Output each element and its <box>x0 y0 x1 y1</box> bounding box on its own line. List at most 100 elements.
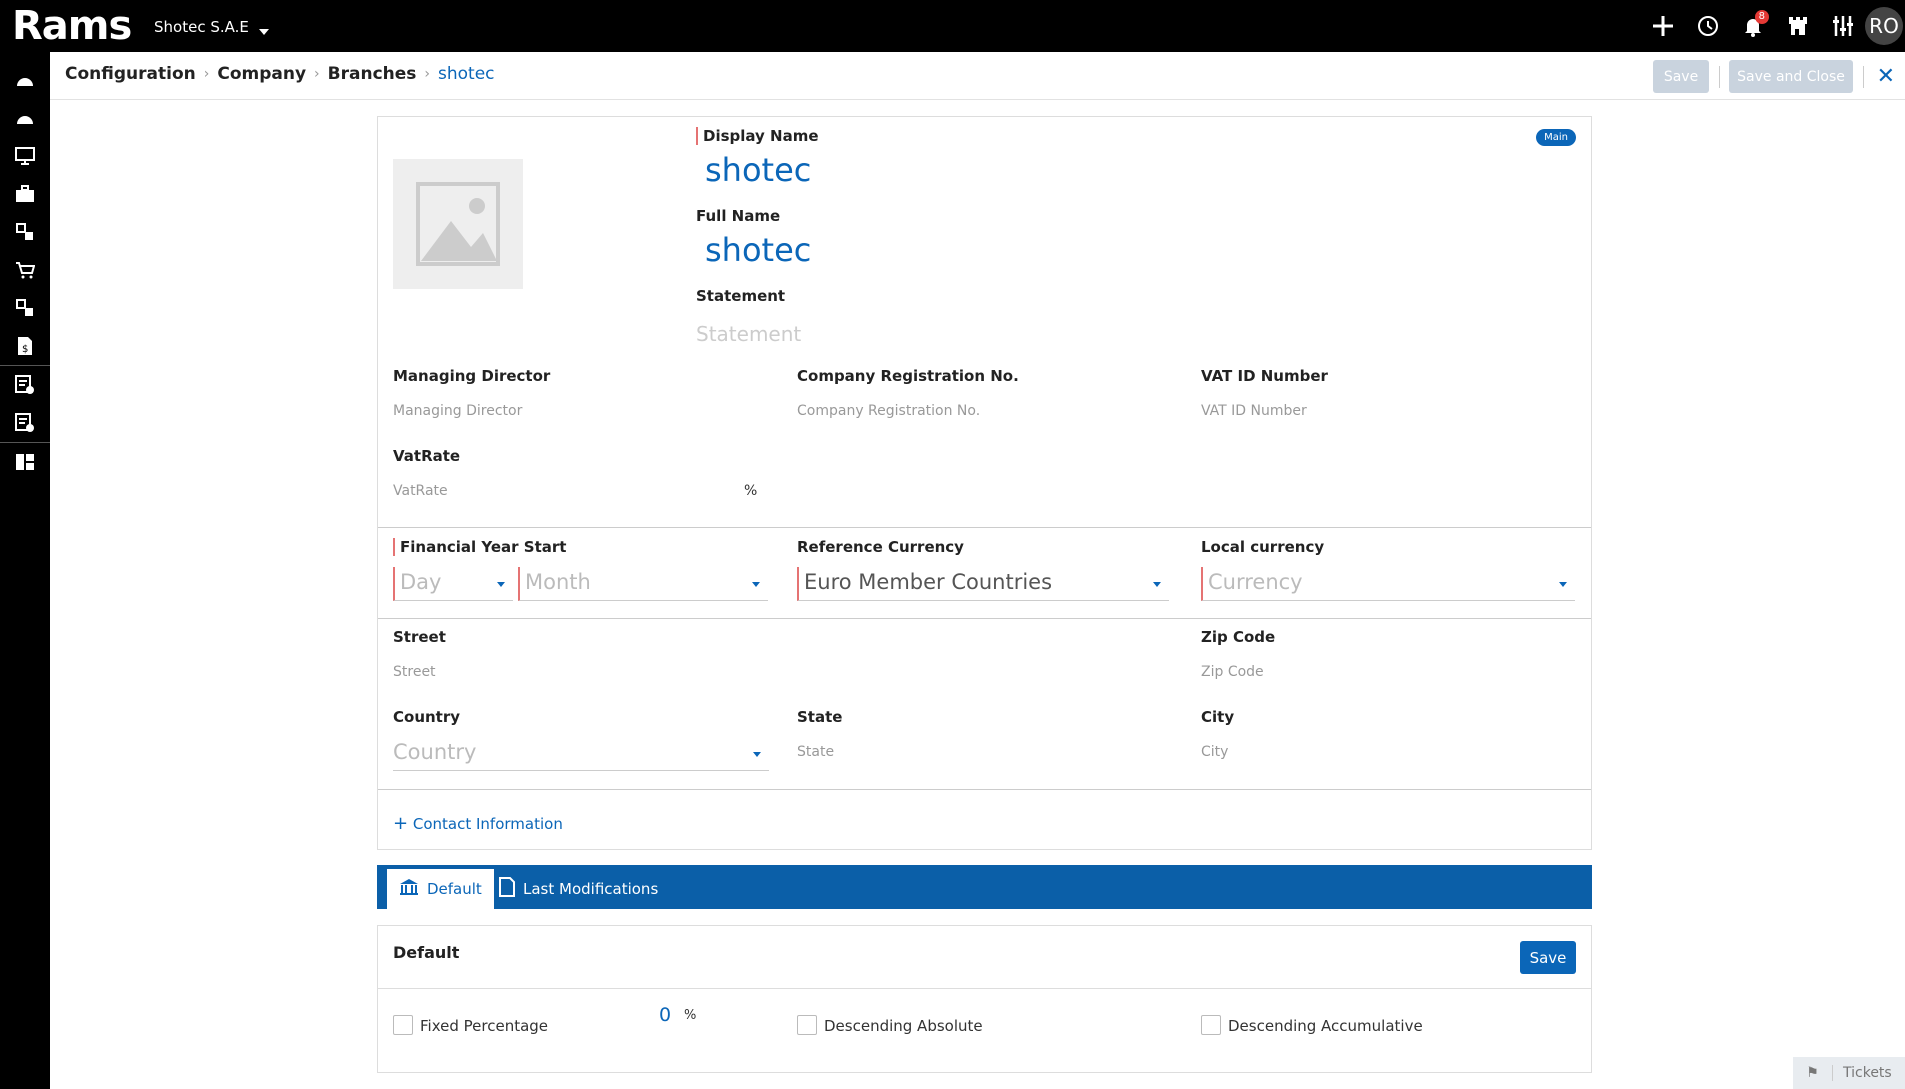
cart-icon[interactable] <box>0 251 50 289</box>
bank-icon <box>399 878 419 900</box>
chevron-down-icon <box>753 752 761 757</box>
zip-code-field[interactable]: Zip Code <box>1201 664 1264 680</box>
vatrate-unit: % <box>744 483 758 499</box>
panel-save-button[interactable]: Save <box>1520 941 1576 974</box>
bell-icon[interactable]: 8 <box>1730 0 1775 52</box>
tickets-button[interactable]: ⚑ Tickets <box>1793 1057 1905 1089</box>
fixed-percentage-checkbox[interactable] <box>393 1015 413 1035</box>
company-name: Shotec S.A.E <box>154 18 249 36</box>
state-field[interactable]: State <box>797 744 834 760</box>
statement-label: Statement <box>696 287 786 305</box>
app-logo[interactable]: Rams <box>12 6 132 46</box>
state-label: State <box>797 708 843 726</box>
local-currency-label: Local currency <box>1201 538 1325 556</box>
chevron-down-icon <box>497 582 505 587</box>
local-currency-placeholder: Currency <box>1208 570 1303 594</box>
reference-currency-value: Euro Member Countries <box>804 570 1053 594</box>
managing-director-field[interactable]: Managing Director <box>393 403 522 419</box>
vat-id-field[interactable]: VAT ID Number <box>1201 403 1307 419</box>
flag-icon: ⚑ <box>1793 1065 1833 1081</box>
breadcrumb-bar: Configuration › Company › Branches › sho… <box>50 52 1905 100</box>
street-field[interactable]: Street <box>393 664 436 680</box>
fixed-percentage-label: Fixed Percentage <box>420 1017 549 1035</box>
city-label: City <box>1201 708 1235 726</box>
chevron-right-icon: › <box>203 66 210 82</box>
report-check-icon[interactable] <box>0 366 50 404</box>
document-icon <box>499 877 515 901</box>
breadcrumb: Configuration › Company › Branches › sho… <box>65 64 495 84</box>
grid-settings-icon[interactable] <box>0 443 50 481</box>
default-panel: Default Save Fixed Percentage 0 % Descen… <box>377 925 1592 1073</box>
breadcrumb-branches[interactable]: Branches <box>328 64 417 84</box>
chevron-right-icon: › <box>314 66 320 82</box>
plus-icon: + <box>393 813 409 834</box>
chevron-down-icon <box>752 582 760 587</box>
close-icon[interactable]: ✕ <box>1877 64 1895 89</box>
statement-field[interactable]: Statement <box>696 322 801 346</box>
breadcrumb-current: shotec <box>438 64 495 84</box>
save-button[interactable]: Save <box>1653 60 1709 93</box>
vatrate-field[interactable]: VatRate <box>393 483 448 499</box>
city-field[interactable]: City <box>1201 744 1228 760</box>
descending-absolute-label: Descending Absolute <box>824 1017 983 1035</box>
fixed-percentage-unit: % <box>684 1008 697 1023</box>
managing-director-label: Managing Director <box>393 367 551 385</box>
history-icon[interactable] <box>1685 0 1730 52</box>
country-label: Country <box>393 708 461 726</box>
tab-last-modifications[interactable]: Last Modifications <box>487 869 670 909</box>
fixed-percentage-input[interactable]: 0 <box>659 1004 671 1026</box>
avatar[interactable]: RO <box>1865 7 1903 45</box>
briefcase-icon[interactable] <box>0 175 50 213</box>
plus-icon[interactable] <box>1640 0 1685 52</box>
sidebar: $ <box>0 52 50 1089</box>
tab-bar: Default Last Modifications <box>377 865 1592 909</box>
company-registration-field[interactable]: Company Registration No. <box>797 403 980 419</box>
save-and-close-button[interactable]: Save and Close <box>1729 60 1853 93</box>
day-placeholder: Day <box>400 570 442 594</box>
branch-form-card: Main Display Name shotec Full Name shote… <box>377 116 1592 850</box>
notification-badge: 8 <box>1754 10 1769 24</box>
contact-information-link[interactable]: + Contact Information <box>393 813 563 834</box>
chevron-down-icon <box>1559 582 1567 587</box>
modules-icon[interactable] <box>0 213 50 251</box>
dashboard-alt-icon[interactable] <box>0 99 50 137</box>
month-select[interactable]: Month <box>518 567 768 601</box>
image-placeholder-icon[interactable] <box>393 159 523 289</box>
report-settings-icon[interactable] <box>0 404 50 442</box>
reference-currency-label: Reference Currency <box>797 538 964 556</box>
top-bar: Rams Shotec S.A.E 8 RO <box>0 0 1905 52</box>
castle-icon[interactable] <box>1775 0 1820 52</box>
day-select[interactable]: Day <box>393 567 513 601</box>
tickets-label: Tickets <box>1843 1065 1892 1081</box>
dashboard-icon[interactable] <box>0 61 50 99</box>
sliders-icon[interactable] <box>1820 0 1865 52</box>
descending-accumulative-checkbox[interactable] <box>1201 1015 1221 1035</box>
descending-accumulative-label: Descending Accumulative <box>1228 1017 1423 1035</box>
country-select[interactable]: Country <box>393 737 769 771</box>
street-label: Street <box>393 628 446 646</box>
company-registration-label: Company Registration No. <box>797 367 1019 385</box>
reference-currency-select[interactable]: Euro Member Countries <box>797 567 1169 601</box>
vat-id-label: VAT ID Number <box>1201 367 1328 385</box>
local-currency-select[interactable]: Currency <box>1201 567 1575 601</box>
svg-text:$: $ <box>22 344 28 355</box>
invoice-dollar-icon[interactable]: $ <box>0 327 50 365</box>
descending-absolute-checkbox[interactable] <box>797 1015 817 1035</box>
monitor-icon[interactable] <box>0 137 50 175</box>
modules-alt-icon[interactable] <box>0 289 50 327</box>
company-switcher[interactable]: Shotec S.A.E <box>154 18 269 36</box>
tab-last-modifications-label: Last Modifications <box>523 880 659 898</box>
display-name-field[interactable]: shotec <box>705 151 811 189</box>
tab-default[interactable]: Default <box>387 869 494 909</box>
breadcrumb-configuration[interactable]: Configuration <box>65 64 196 84</box>
main-badge: Main <box>1536 129 1576 146</box>
zip-code-label: Zip Code <box>1201 628 1276 646</box>
full-name-field[interactable]: shotec <box>705 231 811 269</box>
full-name-label: Full Name <box>696 207 781 225</box>
contact-information-label: Contact Information <box>412 815 563 833</box>
month-placeholder: Month <box>525 570 591 594</box>
panel-title: Default <box>393 943 460 962</box>
breadcrumb-company[interactable]: Company <box>217 64 306 84</box>
chevron-down-icon <box>1153 582 1161 587</box>
tab-default-label: Default <box>427 880 482 898</box>
